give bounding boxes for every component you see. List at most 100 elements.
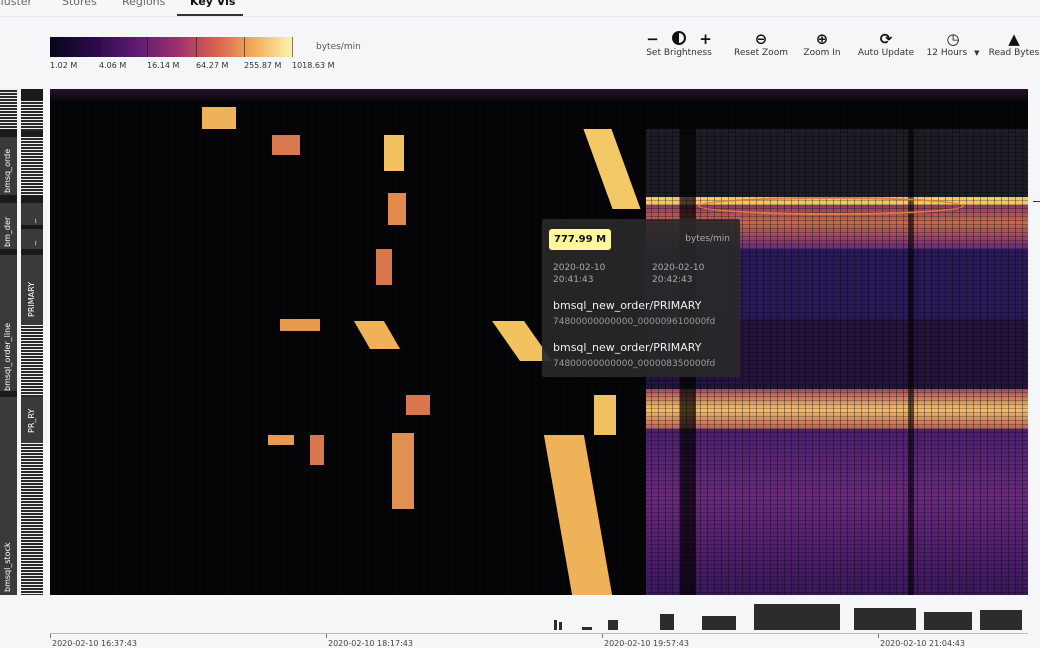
heatmap-tooltip: 777.99 M bytes/min 2020-02-10 20:41:43 2… <box>542 219 740 377</box>
histogram-bar <box>608 620 618 630</box>
area-chart-icon: ▲ <box>1008 30 1020 48</box>
heat-region <box>50 89 1028 101</box>
metric-select[interactable]: ▲ Read Bytes <box>988 30 1040 58</box>
axis-label: 2020-02-10 16:37:43 <box>52 639 137 648</box>
tab-key-vis[interactable]: Key Vis <box>190 0 235 8</box>
legend-label: 255.87 M <box>244 61 282 70</box>
hotspot <box>202 107 236 129</box>
index-segment[interactable] <box>21 229 43 249</box>
axis-label: 2020-02-10 18:17:43 <box>328 639 413 648</box>
table-label: bmsql_stock <box>3 542 12 592</box>
hotspot <box>388 193 406 225</box>
refresh-icon: ⟳ <box>879 30 893 48</box>
heat-region <box>646 389 1028 429</box>
axis-tick <box>326 634 327 638</box>
reset-zoom-button[interactable]: ⊖ Reset Zoom <box>731 30 791 58</box>
hotspot <box>406 395 430 415</box>
decrease-brightness-button[interactable]: − <box>646 30 659 48</box>
index-label: _ <box>27 219 36 223</box>
zoom-in-button[interactable]: ⊕ Zoom In <box>800 30 844 58</box>
heat-region <box>646 429 1028 595</box>
histogram-bar <box>980 610 1022 630</box>
legend-gradient <box>50 37 293 57</box>
histogram-bar <box>702 616 736 630</box>
legend-tick <box>147 37 148 57</box>
tooltip-start-key: bmsql_new_order/PRIMARY <box>553 299 702 312</box>
hotspot <box>376 249 392 285</box>
heat-region <box>646 129 1028 197</box>
index-segment[interactable] <box>21 101 43 131</box>
legend-tick <box>244 37 245 57</box>
top-nav: Cluster Stores Regions Key Vis <box>0 0 1040 17</box>
brightness-icon <box>672 31 686 45</box>
legend-tick <box>292 37 293 57</box>
legend-label: 1018.63 M <box>292 61 335 70</box>
hotspot <box>384 135 404 171</box>
tab-stores[interactable]: Stores <box>62 0 97 8</box>
histogram-bar <box>854 608 916 630</box>
heatmap-canvas[interactable] <box>50 89 1028 595</box>
histogram-bar <box>754 604 840 630</box>
brightness-label: Set Brightness <box>646 48 712 58</box>
hotspot <box>310 435 324 465</box>
tooltip-start-hex: 74800000000000_000009610000fd <box>553 317 716 327</box>
brightness-control: − + Set Brightness <box>641 30 717 58</box>
hotspot <box>392 433 414 509</box>
legend-unit: bytes/min <box>316 42 361 52</box>
index-segment[interactable] <box>21 325 43 397</box>
hotspot <box>268 435 294 445</box>
axis-tick <box>878 634 879 638</box>
histogram-bar <box>554 620 557 630</box>
increase-brightness-button[interactable]: + <box>699 30 712 48</box>
brightness-icons: − + <box>641 30 717 48</box>
legend-tick <box>196 37 197 57</box>
active-tab-indicator <box>177 14 243 16</box>
histogram-bar <box>660 614 674 630</box>
tooltip-unit: bytes/min <box>685 234 730 244</box>
hotspot <box>583 129 641 209</box>
tooltip-time-end: 2020-02-10 20:42:43 <box>652 263 705 285</box>
auto-update-button[interactable]: ⟳ Auto Update <box>855 30 917 58</box>
hotspot <box>272 135 300 155</box>
time-axis: 2020-02-10 16:37:43 2020-02-10 18:17:43 … <box>50 633 1028 648</box>
index-segment[interactable] <box>21 443 43 595</box>
legend-tick <box>99 37 100 57</box>
zoom-in-label: Zoom In <box>803 48 841 58</box>
heat-highlight <box>698 197 964 215</box>
zoom-out-icon: ⊖ <box>754 30 768 48</box>
axis-label: 2020-02-10 19:57:43 <box>604 639 689 648</box>
index-label: PRIMARY <box>27 281 36 317</box>
table-axis: bmsq_orde bm_der bmsql_order_line bmsql_… <box>0 89 17 595</box>
table-label: bmsql_order_line <box>3 322 12 391</box>
hotspot <box>280 319 320 331</box>
chevron-down-icon: ▼ <box>974 49 980 57</box>
table-segment[interactable] <box>0 89 17 129</box>
table-label: bmsq_orde <box>3 148 12 193</box>
legend-label: 1.02 M <box>50 61 78 70</box>
time-range-select[interactable]: ◷ 12 Hours ▼ <box>923 30 983 58</box>
hotspot <box>543 435 613 595</box>
tooltip-end-hex: 74800000000000_000008350000fd <box>553 359 716 369</box>
tab-cluster[interactable]: Cluster <box>0 0 32 8</box>
hotspot <box>594 395 616 435</box>
index-axis: _ _ PRIMARY PR_RY <box>21 89 43 595</box>
metric-label: Read Bytes <box>988 48 1040 58</box>
histogram-bar <box>582 627 592 630</box>
axis-label: 2020-02-10 21:04:43 <box>880 639 965 648</box>
time-histogram[interactable] <box>50 600 1028 630</box>
reset-zoom-label: Reset Zoom <box>734 48 788 58</box>
axis-tick <box>50 634 51 638</box>
auto-update-label: Auto Update <box>857 48 915 58</box>
tab-regions[interactable]: Regions <box>122 0 165 8</box>
hotspot <box>353 321 401 349</box>
legend-label: 16.14 M <box>147 61 180 70</box>
time-range-label: 12 Hours <box>926 48 968 58</box>
histogram-bar <box>559 622 562 630</box>
table-label: bm_der <box>3 216 12 247</box>
legend-label: 4.06 M <box>99 61 127 70</box>
index-segment[interactable] <box>21 137 43 195</box>
tooltip-time-start: 2020-02-10 20:41:43 <box>553 263 606 285</box>
index-label: PR_RY <box>27 408 36 433</box>
index-label: _ <box>27 241 36 245</box>
tooltip-end-key: bmsql_new_order/PRIMARY <box>553 341 702 354</box>
